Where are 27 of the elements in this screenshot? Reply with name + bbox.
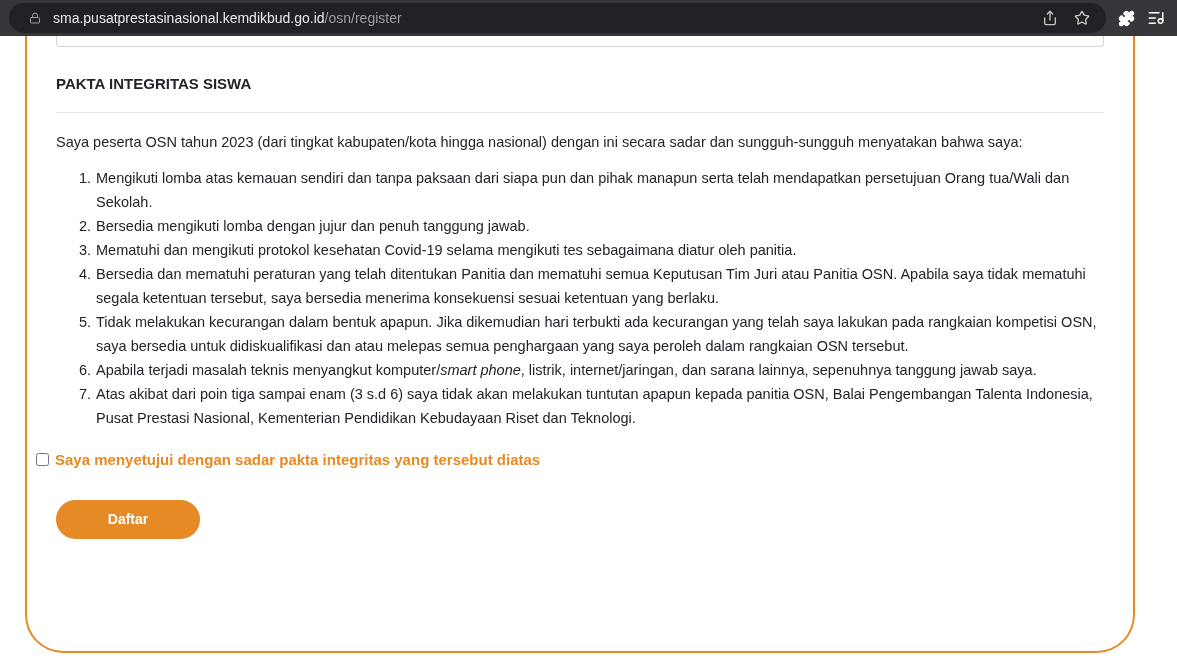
list-item-text: Mengikuti lomba atas kemauan sendiri dan tanpa paksaan dari siapa pun dan pihak manapun serta telah mendapatkan persetujuan Orang tua/Wali dan Sekolah. <box>96 168 1071 212</box>
intro-paragraph: Saya peserta OSN tahun 2023 (dari tingkat kabupaten/kota hingga nasional) dengan ini secara sadar dan sungguh-sungguh menyatakan bahwa saya: <box>56 132 1024 152</box>
lock-icon <box>29 12 41 24</box>
agreement-label[interactable]: Saya menyetujui dengan sadar pakta integritas yang tersebut diatas <box>55 448 541 471</box>
list-number: 1. <box>77 168 92 188</box>
agreement-checkbox[interactable] <box>36 453 49 467</box>
list-number: 5. <box>77 312 92 332</box>
share-icon[interactable] <box>1042 10 1058 26</box>
list-item-text: Bersedia dan mematuhi peraturan yang telah ditentukan Panitia dan mematuhi semua Keputusan Tim Juri atau Panitia OSN. Apabila saya tidak mematuhi segala ketentuan tersebut, saya bersedia menerima konsekuensi sesuai ketentuan yang berlaku. <box>96 264 1087 308</box>
list-number: 6. <box>77 360 92 380</box>
list-number: 2. <box>77 216 92 236</box>
extensions-icon[interactable] <box>1118 9 1135 27</box>
section-title: PAKTA INTEGRITAS SISWA <box>56 73 1104 113</box>
url-path: /osn/register <box>324 8 402 28</box>
address-bar[interactable]: sma.pusatprestasinasional.kemdikbud.go.id/osn/register <box>9 3 1106 33</box>
media-control-icon[interactable] <box>1147 9 1165 27</box>
list-item-text: Mematuhi dan mengikuti protokol kesehatan Covid-19 selama mengikuti tes sebagaimana diatur oleh panitia. <box>96 240 797 260</box>
list-number: 3. <box>77 240 92 260</box>
list-item-text: Atas akibat dari poin tiga sampai enam (3 s.d 6) saya tidak akan melakukan tuntutan apapun kepada panitia OSN, Balai Pengembangan Talenta Indonesia, Pusat Prestasi Nasional, Kementerian Pendidikan Kebudayaan Riset dan Teknologi. <box>96 384 1094 428</box>
list-item-text: Apabila terjadi masalah teknis menyangkut komputer/smart phone, listrik, internet/jaringan, dan sarana lainnya, sepenuhnya tanggung jawab saya. <box>96 360 1037 380</box>
url-host: sma.pusatprestasinasional.kemdikbud.go.id <box>53 8 325 28</box>
list-item-text: Bersedia mengikuti lomba dengan jujur dan penuh tanggung jawab. <box>96 216 530 236</box>
list-item-text: Tidak melakukan kecurangan dalam bentuk apapun. Jika dikemudian hari terbukti ada kecurangan yang telah saya lakukan pada rangkaian kompetisi OSN, saya bersedia untuk didiskualifikasi dan atau melepas semua penghargaan yang saya peroleh dalam rangkaian OSN tersebut. <box>96 312 1098 356</box>
list-number: 4. <box>77 264 92 284</box>
bookmark-star-icon[interactable] <box>1074 10 1090 26</box>
register-button[interactable]: Daftar <box>56 500 200 539</box>
list-number: 7. <box>77 384 92 404</box>
